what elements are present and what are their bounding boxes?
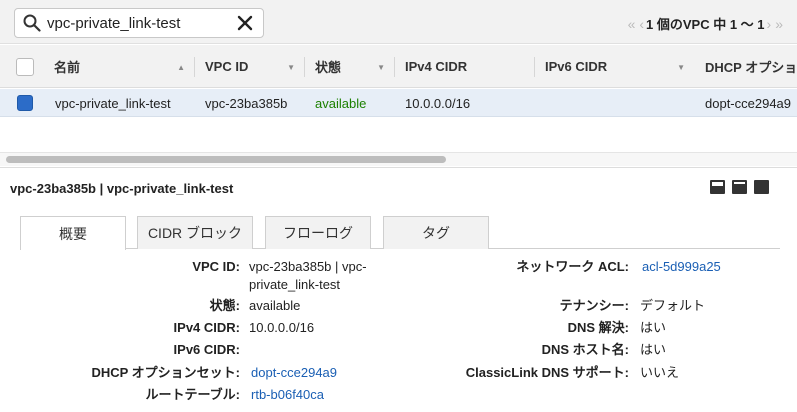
value-ipv4: 10.0.0.0/16 xyxy=(249,320,315,335)
cell-dhcp: dopt-cce294a9 xyxy=(705,95,792,111)
label-route-table: ルートテーブル: xyxy=(145,387,240,402)
pager: « ‹ 1 個のVPC 中 1 〜 1 › » xyxy=(626,14,785,33)
col-ipv4[interactable]: IPv4 CIDR xyxy=(395,45,535,88)
value-tenancy: デフォルト xyxy=(640,298,706,313)
row-checkbox[interactable] xyxy=(17,95,33,111)
search-icon xyxy=(23,14,41,32)
link-dhcp[interactable]: dopt-cce294a9 xyxy=(251,363,337,383)
select-all-checkbox[interactable] xyxy=(16,57,34,76)
col-vpc-id-label: VPC ID xyxy=(205,59,249,74)
label-dns-hostnames: DNS ホスト名: xyxy=(541,342,629,357)
col-dhcp[interactable]: DHCP オプショ xyxy=(695,45,797,88)
label-classiclink-dns: ClassicLink DNS サポート: xyxy=(465,365,629,380)
label-dns-resolution: DNS 解決: xyxy=(567,320,629,335)
sort-asc-icon[interactable]: ▲ xyxy=(177,63,185,72)
col-ipv6-label: IPv6 CIDR xyxy=(545,59,608,74)
label-state: 状態: xyxy=(209,298,240,313)
sort-icon[interactable]: ▼ xyxy=(677,63,685,72)
label-network-acl: ネットワーク ACL: xyxy=(516,259,629,274)
sort-icon[interactable]: ▼ xyxy=(287,63,295,72)
value-classiclink-dns: いいえ xyxy=(640,365,680,380)
value-dns-hostnames: はい xyxy=(640,342,667,357)
label-dhcp: DHCP オプションセット: xyxy=(91,365,240,380)
overview-fields: VPC ID: vpc-23ba385b | vpc- private_link… xyxy=(0,168,797,412)
label-tenancy: テナンシー: xyxy=(559,298,629,313)
table-header: 名前 ▲ VPC ID ▼ 状態 ▼ IPv4 CIDR IPv6 CIDR ▼… xyxy=(0,45,797,88)
label-vpc-id: VPC ID: xyxy=(192,259,240,274)
label-ipv6: IPv6 CIDR: xyxy=(173,342,240,357)
sort-icon[interactable]: ▼ xyxy=(377,63,385,72)
select-all-cell xyxy=(16,45,40,88)
link-network-acl[interactable]: acl-5d999a25 xyxy=(642,257,721,277)
cell-ipv4: 10.0.0.0/16 xyxy=(405,95,471,111)
filter-bar: « ‹ 1 個のVPC 中 1 〜 1 › » xyxy=(0,0,797,44)
last-page-icon[interactable]: » xyxy=(775,16,783,32)
col-vpc-id[interactable]: VPC ID ▼ xyxy=(195,45,305,88)
col-state-label: 状態 xyxy=(315,60,342,75)
value-dns-resolution: はい xyxy=(640,320,667,335)
col-state[interactable]: 状態 ▼ xyxy=(305,45,395,88)
clear-search-icon[interactable] xyxy=(235,13,255,33)
search-input[interactable] xyxy=(47,14,237,32)
col-ipv6[interactable]: IPv6 CIDR ▼ xyxy=(535,45,695,88)
col-name-label: 名前 xyxy=(54,60,81,75)
tab-overview[interactable]: 概要 xyxy=(20,216,126,250)
value-vpc-id: vpc-23ba385b | vpc- xyxy=(249,259,367,274)
col-dhcp-label: DHCP オプショ xyxy=(705,60,797,75)
search-box[interactable] xyxy=(14,8,264,38)
cell-state: available xyxy=(315,95,367,111)
row-select-cell xyxy=(17,89,39,117)
col-name[interactable]: 名前 ▲ xyxy=(40,45,195,88)
cell-name: vpc-private_link-test xyxy=(55,95,171,111)
first-page-icon[interactable]: « xyxy=(628,16,636,32)
value-state: available xyxy=(249,298,301,313)
horizontal-scrollbar[interactable] xyxy=(0,152,797,166)
link-route-table[interactable]: rtb-b06f40ca xyxy=(251,385,324,405)
prev-page-icon[interactable]: ‹ xyxy=(639,16,644,32)
next-page-icon[interactable]: › xyxy=(767,16,772,32)
scrollbar-thumb[interactable] xyxy=(6,156,446,163)
pager-text: 1 個のVPC 中 1 〜 1 xyxy=(646,17,765,32)
label-ipv4: IPv4 CIDR: xyxy=(173,320,240,335)
value-vpc-id-cont: private_link-test xyxy=(249,277,341,292)
cell-vpc-id: vpc-23ba385b xyxy=(205,95,288,111)
table-row[interactable]: vpc-private_link-test vpc-23ba385b avail… xyxy=(0,89,797,117)
detail-panel: vpc-23ba385b | vpc-private_link-test 概要 … xyxy=(0,167,797,412)
col-ipv4-label: IPv4 CIDR xyxy=(405,59,468,74)
